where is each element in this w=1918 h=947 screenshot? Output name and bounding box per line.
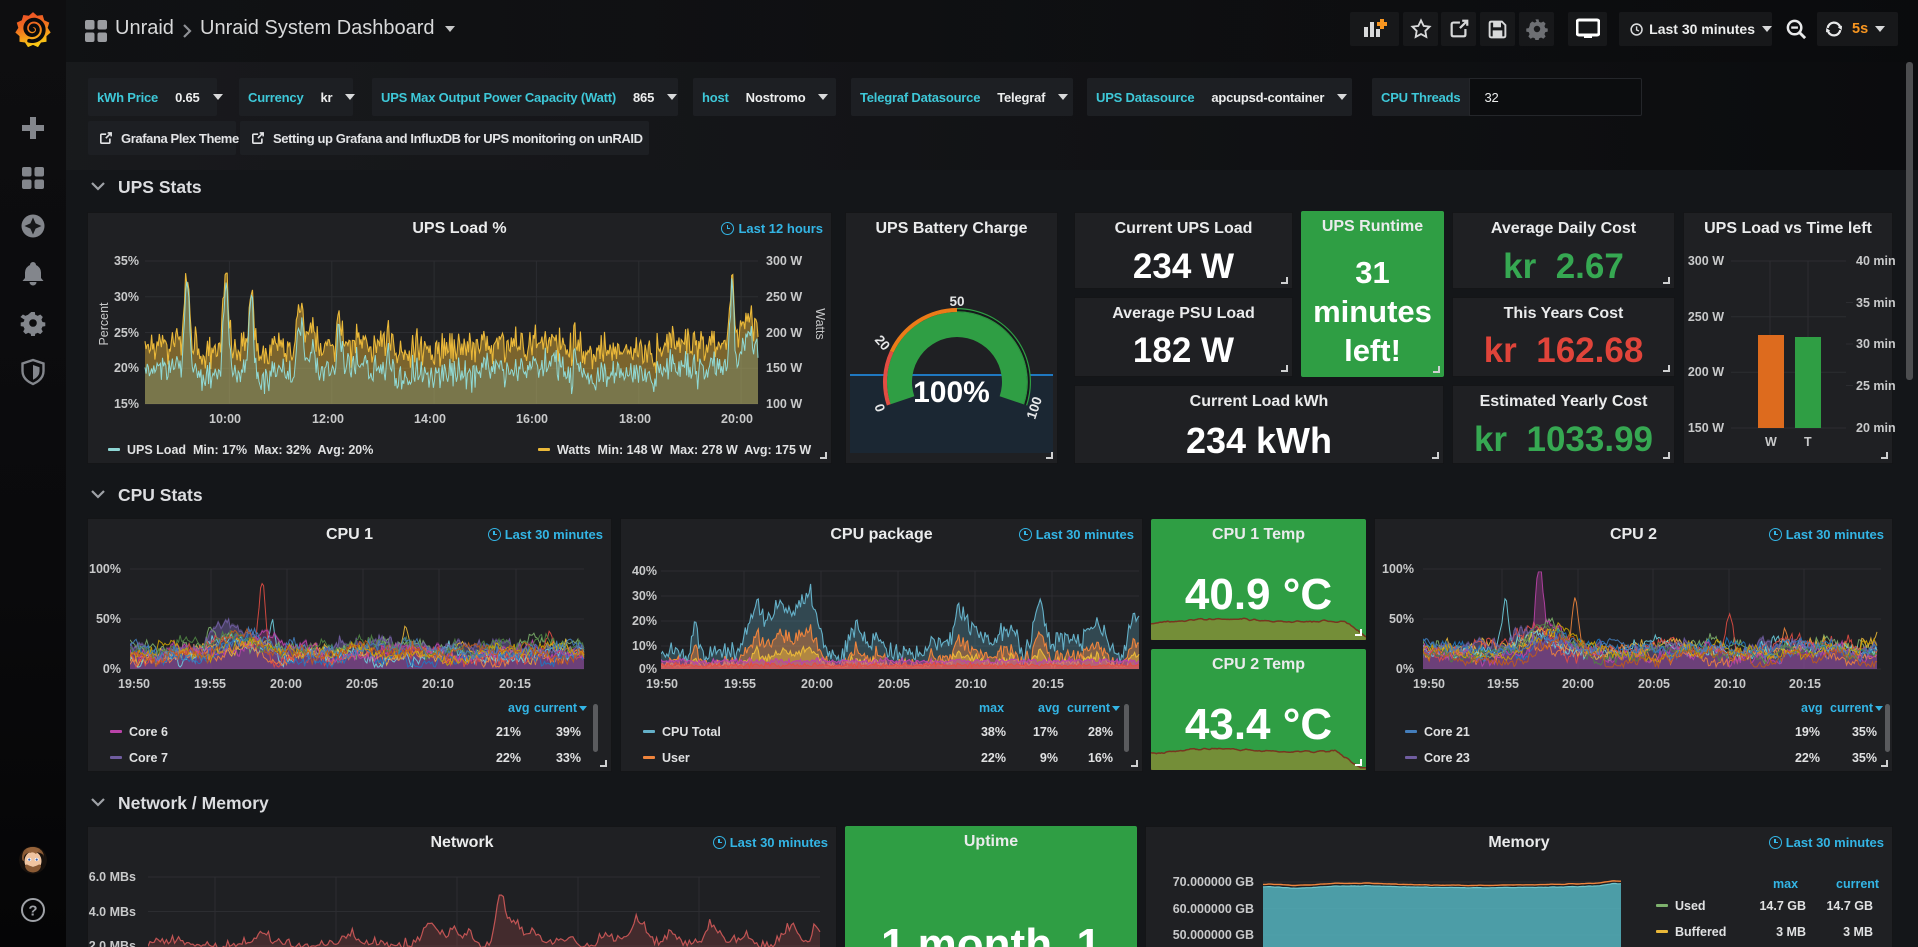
svg-text:20: 20 (872, 332, 893, 353)
svg-text:50: 50 (949, 294, 964, 309)
svg-text:?: ? (28, 903, 37, 920)
